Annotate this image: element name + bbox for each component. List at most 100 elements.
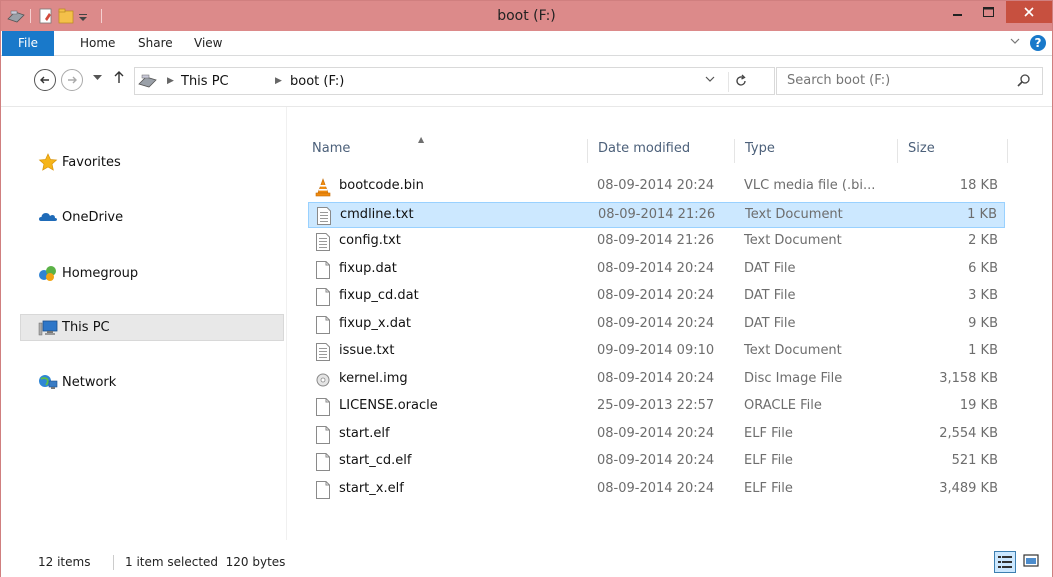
- file-size: 3 KB: [968, 288, 998, 303]
- sidebar-item-label: This PC: [62, 320, 110, 335]
- file-date-modified: 08-09-2014 20:24: [597, 370, 715, 386]
- column-divider[interactable]: [734, 139, 735, 163]
- file-size: 2,554 KB: [939, 425, 998, 441]
- file-date-modified: 08-09-2014 21:26: [598, 206, 716, 222]
- file-name: fixup.dat: [339, 260, 397, 276]
- file-row[interactable]: fixup_x.dat 08-09-2014 20:24 DAT File 9 KB: [308, 312, 1005, 338]
- file-type: ORACLE File: [744, 398, 822, 413]
- file-size: 2 KB: [968, 233, 998, 248]
- recent-locations-button[interactable]: [93, 74, 102, 83]
- close-icon: [1024, 7, 1034, 17]
- file-name: fixup_x.dat: [339, 315, 412, 331]
- file-icon: [315, 452, 331, 472]
- file-size: 3,158 KB: [939, 370, 998, 386]
- help-icon[interactable]: ?: [1030, 35, 1046, 51]
- column-header-size[interactable]: Size: [908, 141, 935, 156]
- refresh-button[interactable]: [728, 72, 748, 92]
- minimize-button[interactable]: [943, 1, 973, 23]
- tab-file[interactable]: File: [2, 31, 54, 56]
- cloud-icon: [38, 208, 58, 226]
- column-divider[interactable]: [897, 139, 898, 163]
- column-divider[interactable]: [1007, 139, 1008, 163]
- file-icon: [315, 287, 331, 307]
- address-bar[interactable]: ▶ This PC ▶ boot (F:): [134, 67, 775, 95]
- file-date-modified: 25-09-2013 22:57: [597, 398, 715, 413]
- file-date-modified: 08-09-2014 20:24: [597, 453, 715, 468]
- breadcrumb-chevron-icon[interactable]: ▶: [167, 76, 174, 86]
- sidebar-item-this-pc[interactable]: This PC: [20, 314, 284, 341]
- large-icons-view-button[interactable]: [1021, 551, 1043, 573]
- tab-home[interactable]: Home: [80, 31, 115, 56]
- explorer-window: boot (F:) File Home Share View ? ▶ This …: [0, 0, 1053, 577]
- tab-view[interactable]: View: [194, 31, 222, 56]
- search-input[interactable]: [787, 73, 997, 88]
- back-button[interactable]: [34, 69, 56, 91]
- file-size: 3,489 KB: [939, 480, 998, 496]
- file-type: ELF File: [744, 425, 793, 441]
- file-date-modified: 08-09-2014 20:24: [597, 288, 715, 303]
- file-date-modified: 08-09-2014 20:24: [597, 425, 715, 441]
- item-count: 12 items: [38, 555, 91, 569]
- sidebar-item-homegroup[interactable]: Homegroup: [21, 261, 285, 285]
- status-divider: [113, 555, 114, 570]
- sidebar-item-favorites[interactable]: Favorites: [21, 150, 285, 174]
- file-type: Text Document: [744, 233, 842, 248]
- back-arrow-icon: [40, 76, 49, 84]
- search-icon[interactable]: [1017, 73, 1031, 87]
- file-row[interactable]: LICENSE.oracle 25-09-2013 22:57 ORACLE Fil…: [308, 394, 1005, 420]
- window-title: boot (F:): [497, 8, 556, 24]
- chevron-down-icon: [93, 75, 102, 80]
- file-type: DAT File: [744, 260, 796, 276]
- file-name: start_cd.elf: [339, 453, 412, 468]
- file-size: 18 KB: [959, 178, 998, 193]
- expand-ribbon-icon[interactable]: [1010, 35, 1020, 48]
- file-icon: [315, 260, 331, 280]
- file-name: start_x.elf: [339, 480, 404, 496]
- star-icon: [38, 153, 58, 171]
- sidebar-item-network[interactable]: Network: [21, 370, 285, 394]
- file-row[interactable]: fixup.dat 08-09-2014 20:24 DAT File 6 KB: [308, 257, 1005, 283]
- sidebar-item-label: Network: [62, 374, 117, 390]
- file-row[interactable]: start_cd.elf 08-09-2014 20:24 ELF File 521 …: [308, 449, 1005, 475]
- refresh-icon: [735, 74, 746, 86]
- file-row[interactable]: config.txt 08-09-2014 21:26 Text Document 2…: [308, 229, 1005, 255]
- file-size: 1 KB: [967, 206, 997, 222]
- address-dropdown-icon[interactable]: [705, 75, 715, 86]
- text-file-icon: [315, 232, 331, 252]
- close-button[interactable]: [1006, 1, 1052, 23]
- up-button[interactable]: [113, 70, 125, 88]
- maximize-icon: [982, 6, 994, 17]
- file-row[interactable]: cmdline.txt 08-09-2014 21:26 Text Document…: [308, 201, 1005, 228]
- breadcrumb-chevron-icon[interactable]: ▶: [275, 76, 282, 86]
- maximize-button[interactable]: [973, 1, 1003, 23]
- file-type: Text Document: [744, 343, 842, 358]
- file-row[interactable]: issue.txt 09-09-2014 09:10 Text Document 1 …: [308, 339, 1005, 365]
- breadcrumb-boot-drive[interactable]: boot (F:): [290, 74, 344, 89]
- file-row[interactable]: fixup_cd.dat 08-09-2014 20:24 DAT File 3 KB: [308, 284, 1005, 310]
- navigation-pane: Favorites OneDrive Homegroup This PC Net…: [1, 107, 287, 540]
- column-header-date-modified[interactable]: Date modified: [598, 141, 690, 156]
- forward-button[interactable]: [61, 69, 83, 91]
- minimize-icon: [953, 14, 962, 16]
- file-type: ELF File: [744, 480, 793, 496]
- breadcrumb-this-pc[interactable]: This PC: [181, 74, 229, 89]
- tab-share[interactable]: Share: [138, 31, 173, 56]
- file-row[interactable]: start.elf 08-09-2014 20:24 ELF File 2,554 K…: [308, 422, 1005, 448]
- sidebar-item-label: Homegroup: [62, 265, 139, 281]
- column-header-type[interactable]: Type: [745, 141, 775, 156]
- file-date-modified: 08-09-2014 20:24: [597, 178, 715, 193]
- file-size: 6 KB: [968, 260, 998, 276]
- title-bar[interactable]: boot (F:): [1, 1, 1052, 31]
- file-date-modified: 08-09-2014 20:24: [597, 260, 715, 276]
- search-box[interactable]: [776, 67, 1043, 95]
- navigation-bar: ▶ This PC ▶ boot (F:): [1, 56, 1052, 107]
- file-row[interactable]: bootcode.bin 08-09-2014 20:24 VLC media fi…: [308, 174, 1005, 200]
- details-view-button[interactable]: [994, 551, 1016, 573]
- sort-ascending-icon: ▲: [418, 135, 425, 144]
- file-row[interactable]: kernel.img 08-09-2014 20:24 Disc Image Fil…: [308, 367, 1005, 393]
- file-row[interactable]: start_x.elf 08-09-2014 20:24 ELF File 3,489…: [308, 477, 1005, 503]
- sidebar-item-onedrive[interactable]: OneDrive: [21, 205, 285, 229]
- file-size: 19 KB: [959, 398, 998, 413]
- column-header-name[interactable]: Name: [312, 141, 350, 156]
- column-divider[interactable]: [587, 139, 588, 163]
